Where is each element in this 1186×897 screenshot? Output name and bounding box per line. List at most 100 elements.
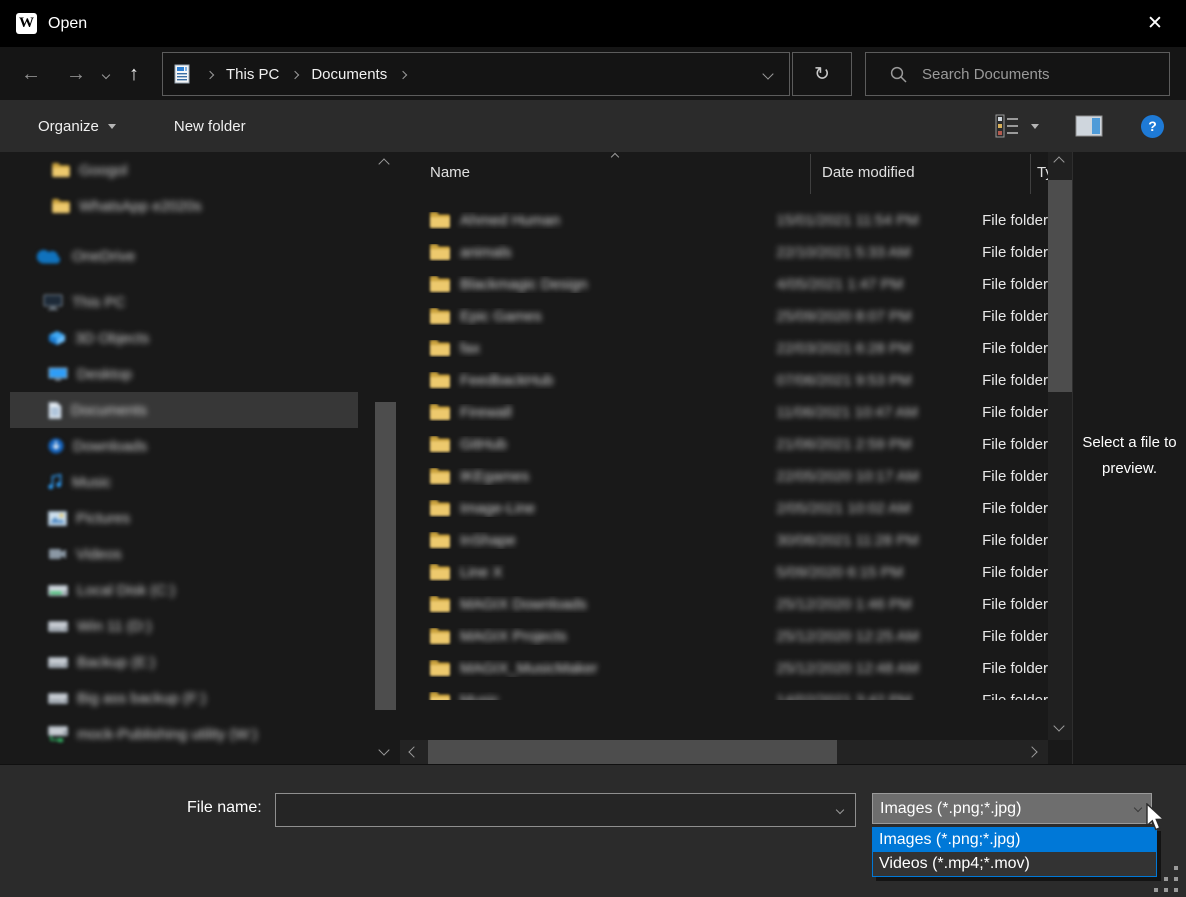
file-row[interactable]: InShape 30/06/2021 11:28 PM File folder xyxy=(400,524,1048,556)
file-name-cell[interactable]: animals xyxy=(400,244,776,261)
search-input[interactable] xyxy=(922,66,1152,83)
horizontal-scrollbar[interactable] xyxy=(400,740,1048,764)
sidebar-item-backup-e[interactable]: Backup (E:) xyxy=(10,644,358,680)
breadcrumb-item[interactable]: This PC xyxy=(226,66,279,83)
views-button[interactable] xyxy=(993,113,1039,139)
file-type-select[interactable]: Images (*.png;*.jpg) xyxy=(872,793,1152,824)
recent-locations-chevron-icon[interactable] xyxy=(103,65,109,83)
sidebar-item-documents[interactable]: Documents xyxy=(10,392,358,428)
address-bar[interactable]: This PC Documents xyxy=(162,52,790,96)
up-button[interactable]: ↑ xyxy=(129,64,139,84)
file-name-cell[interactable]: Firewall xyxy=(400,404,776,421)
file-type-cell: File folder xyxy=(982,436,1048,453)
file-name-cell[interactable]: MAGIX Projects xyxy=(400,628,776,645)
file-row[interactable]: Line X 5/09/2020 6:15 PM File folder xyxy=(400,556,1048,588)
file-name-cell[interactable]: InShape xyxy=(400,532,776,549)
file-name-cell[interactable]: Image-Line xyxy=(400,500,776,517)
file-row[interactable]: Epic Games 25/09/2020 8:07 PM File folde… xyxy=(400,300,1048,332)
file-type-option[interactable]: Images (*.png;*.jpg) xyxy=(873,828,1156,852)
file-name-cell[interactable]: GitHub xyxy=(400,436,776,453)
file-name-cell[interactable]: MAGIX Downloads xyxy=(400,596,776,613)
file-row[interactable]: MAGIX_MusicMaker 25/12/2020 12:48 AM Fil… xyxy=(400,652,1048,684)
horizontal-scrollbar-thumb[interactable] xyxy=(428,740,837,764)
sidebar-item-music[interactable]: Music xyxy=(10,464,358,500)
file-row[interactable]: fax 22/03/2021 6:28 PM File folder xyxy=(400,332,1048,364)
sidebar-item-onedrive[interactable]: OneDrive xyxy=(10,238,358,274)
sidebar-scrollbar-thumb[interactable] xyxy=(375,402,396,710)
column-header-name[interactable]: Name xyxy=(430,164,470,181)
new-folder-button[interactable]: New folder xyxy=(174,118,246,135)
sidebar-item-desktop[interactable]: Desktop xyxy=(10,356,358,392)
file-name-dropdown-icon[interactable] xyxy=(836,806,844,814)
scroll-down-icon[interactable] xyxy=(378,744,389,755)
downloads-icon xyxy=(48,438,64,454)
breadcrumb-chevron-icon[interactable] xyxy=(400,65,406,83)
sidebar-item-pictures[interactable]: Pictures xyxy=(10,500,358,536)
close-button[interactable]: ✕ xyxy=(1124,0,1186,47)
titlebar: W Open ✕ xyxy=(0,0,1186,47)
file-row[interactable]: Ahmed Human 15/01/2021 11:54 PM File fol… xyxy=(400,204,1048,236)
file-row[interactable]: Image-Line 2/05/2021 10:02 AM File folde… xyxy=(400,492,1048,524)
file-name-cell[interactable]: Line X xyxy=(400,564,776,581)
file-row[interactable]: animals 22/10/2021 5:33 AM File folder xyxy=(400,236,1048,268)
column-header-date-modified[interactable]: Date modified xyxy=(822,164,915,181)
sidebar-item-downloads[interactable]: Downloads xyxy=(10,428,358,464)
file-row[interactable]: Firewall 11/06/2021 10:47 AM File folder xyxy=(400,396,1048,428)
organize-button[interactable]: Organize xyxy=(38,118,116,135)
sidebar-item-videos[interactable]: Videos xyxy=(10,536,358,572)
file-name-cell[interactable]: Epic Games xyxy=(400,308,776,325)
file-row[interactable]: Blackmagic Design 4/05/2021 1:47 PM File… xyxy=(400,268,1048,300)
sidebar-item-whatsapp-e2020s[interactable]: WhatsApp e2020s xyxy=(10,188,358,224)
search-box[interactable] xyxy=(865,52,1170,96)
sidebar-item-3d-objects[interactable]: 3D Objects xyxy=(10,320,358,356)
file-type-cell: File folder xyxy=(982,692,1048,701)
sidebar-item-googol[interactable]: Googol xyxy=(10,152,358,188)
sidebar-item-big-ass-backup-f[interactable]: Big ass backup (F:) xyxy=(10,680,358,716)
forward-button[interactable]: → xyxy=(66,64,86,84)
file-list-scrollbar-thumb[interactable] xyxy=(1048,180,1072,392)
column-header-type[interactable]: Type xyxy=(1037,164,1048,181)
breadcrumb-chevron-icon xyxy=(207,65,213,83)
file-name-cell[interactable]: MAGIX_MusicMaker xyxy=(400,660,776,677)
breadcrumb-item[interactable]: Documents xyxy=(311,66,387,83)
file-row[interactable]: IKEgames 22/05/2020 10:17 AM File folder xyxy=(400,460,1048,492)
scroll-up-icon[interactable] xyxy=(378,158,389,169)
file-date-cell: 25/09/2020 8:07 PM xyxy=(776,308,982,325)
sidebar-item-local-disk-c[interactable]: Local Disk (C:) xyxy=(10,572,358,608)
file-name-cell[interactable]: Blackmagic Design xyxy=(400,276,776,293)
file-name-cell[interactable]: fax xyxy=(400,340,776,357)
file-row[interactable]: MAGIX Projects 25/12/2020 12:25 AM File … xyxy=(400,620,1048,652)
column-divider[interactable] xyxy=(1030,154,1031,194)
help-button[interactable]: ? xyxy=(1141,115,1164,138)
file-name-cell[interactable]: FeedbackHub xyxy=(400,372,776,389)
sidebar-item-label: Music xyxy=(72,474,111,491)
column-divider[interactable] xyxy=(810,154,811,194)
file-name-cell[interactable]: Ahmed Human xyxy=(400,212,776,229)
file-name-combobox[interactable] xyxy=(275,793,856,827)
file-date-cell: 21/06/2021 2:59 PM xyxy=(776,436,982,453)
file-name-cell[interactable]: IKEgames xyxy=(400,468,776,485)
file-row[interactable]: MAGIX Downloads 25/12/2020 1:46 PM File … xyxy=(400,588,1048,620)
file-type-option[interactable]: Videos (*.mp4;*.mov) xyxy=(873,852,1156,876)
sidebar-item-win-11-d[interactable]: Win 11 (D:) xyxy=(10,608,358,644)
file-name-cell[interactable]: Music xyxy=(400,692,776,701)
preview-pane-button[interactable] xyxy=(1075,115,1103,137)
file-row[interactable]: Music 14/02/2021 3:42 PM File folder xyxy=(400,684,1048,700)
sidebar-scrollbar[interactable] xyxy=(372,152,398,764)
sidebar-item-this-pc[interactable]: This PC xyxy=(10,284,358,320)
scroll-left-icon[interactable] xyxy=(408,746,419,757)
file-rows: Ahmed Human 15/01/2021 11:54 PM File fol… xyxy=(400,204,1048,700)
address-dropdown-chevron-icon[interactable] xyxy=(747,53,789,95)
navigation-bar: ← → ↑ This PC Documents ↻ xyxy=(0,47,1186,100)
file-row[interactable]: FeedbackHub 07/06/2021 9:53 PM File fold… xyxy=(400,364,1048,396)
sidebar-item-mock-publishing-utility-w[interactable]: mock-Publishing utility (W:) xyxy=(10,716,358,752)
views-dropdown-icon[interactable] xyxy=(1031,124,1039,129)
scroll-up-icon[interactable] xyxy=(1053,156,1064,167)
scroll-right-icon[interactable] xyxy=(1026,746,1037,757)
file-row[interactable]: GitHub 21/06/2021 2:59 PM File folder xyxy=(400,428,1048,460)
scroll-down-icon[interactable] xyxy=(1053,720,1064,731)
refresh-button[interactable]: ↻ xyxy=(792,52,852,96)
back-button[interactable]: ← xyxy=(21,64,41,84)
file-list-scrollbar[interactable] xyxy=(1048,152,1072,740)
file-name-input[interactable] xyxy=(276,794,837,826)
